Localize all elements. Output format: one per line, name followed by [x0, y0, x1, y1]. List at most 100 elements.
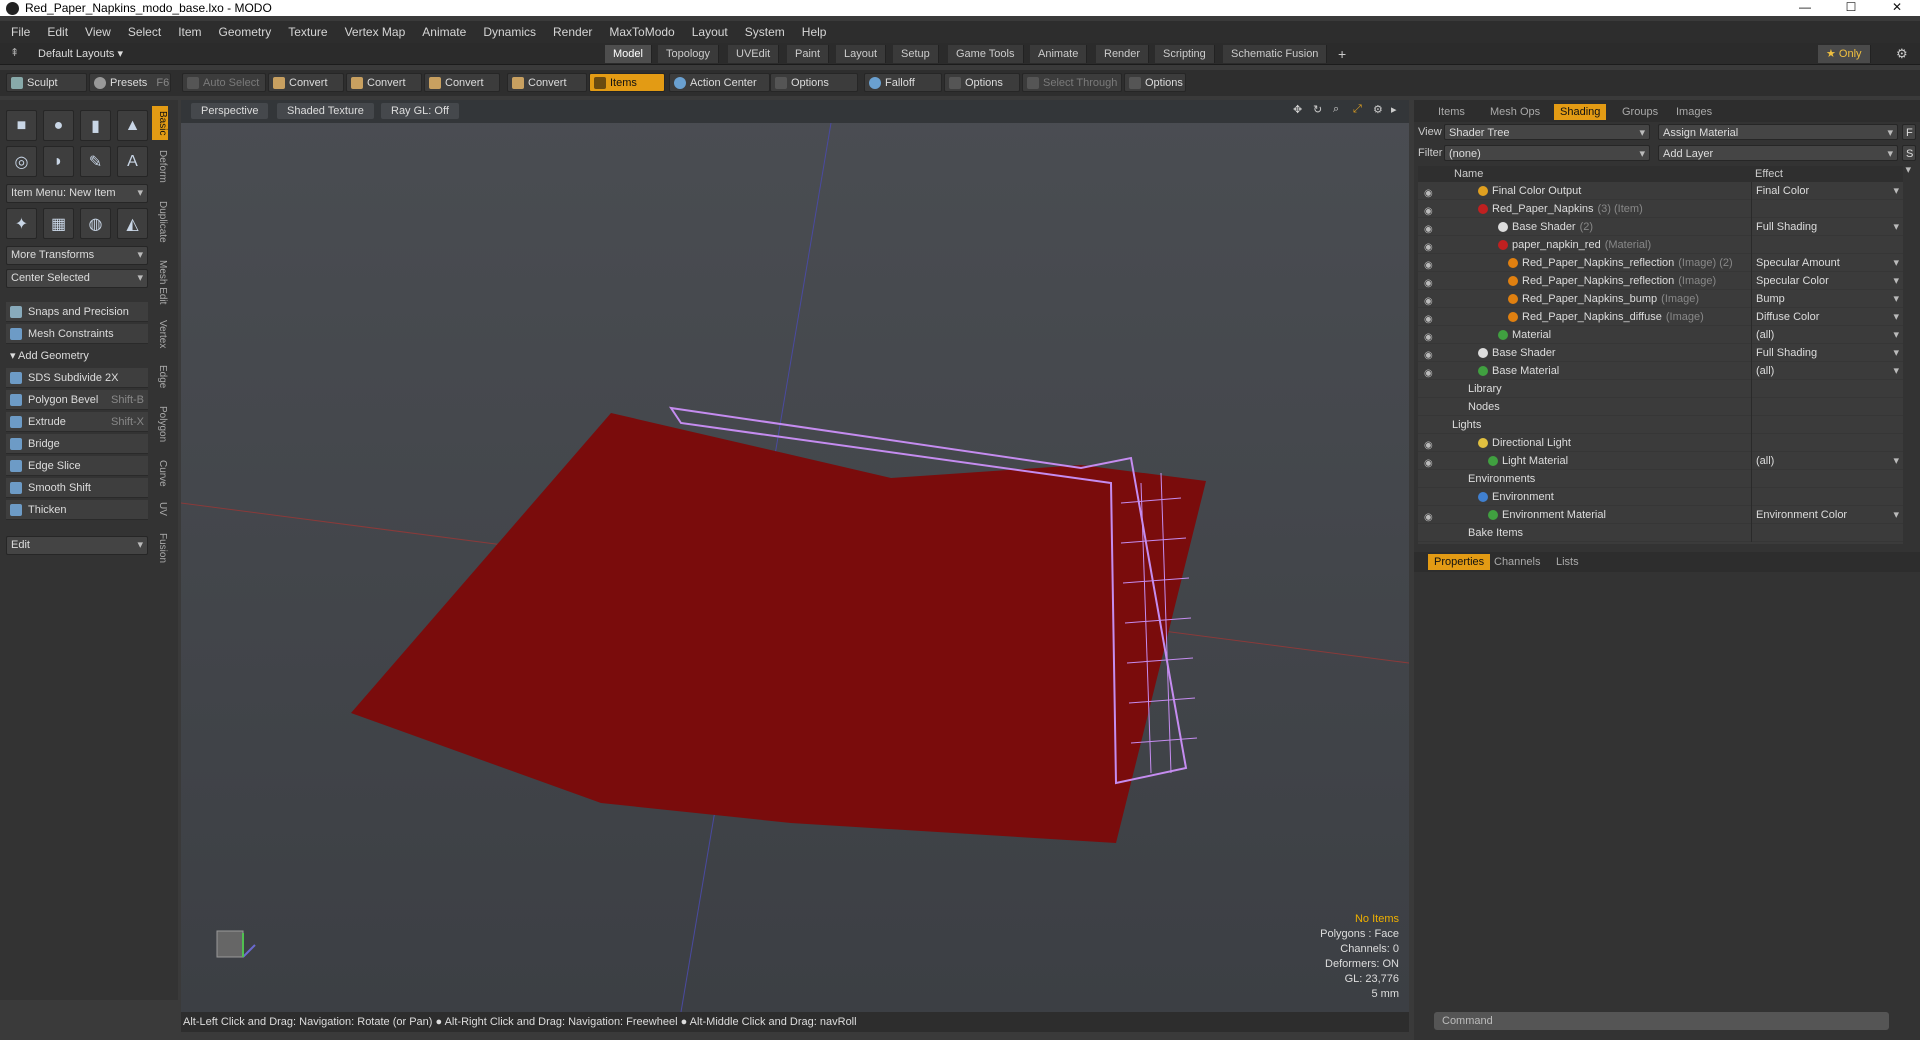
tab-channels[interactable]: Channels [1488, 554, 1546, 570]
vtab-edge[interactable]: Edge [152, 362, 168, 392]
menu-view[interactable]: View [85, 25, 111, 39]
shader-tree-row[interactable]: Environment [1418, 488, 1903, 506]
shader-tree-row[interactable]: ◉ Red_Paper_Napkins_diffuse (Image) Diffuse… [1418, 308, 1903, 326]
torus-icon[interactable]: ◎ [6, 146, 37, 177]
filter-dropdown[interactable]: (none) [1444, 145, 1650, 162]
menu-help[interactable]: Help [802, 25, 827, 39]
pen-icon[interactable]: ✎ [80, 146, 111, 177]
select-options-button[interactable]: Options [1124, 73, 1186, 92]
add-geometry-header[interactable]: ▾ Add Geometry [10, 349, 89, 362]
tab-setup[interactable]: Setup [893, 45, 939, 63]
vtab-polygon[interactable]: Polygon [152, 402, 168, 446]
convert-vertices-button[interactable]: Convert [268, 73, 344, 92]
effect-dropdown[interactable]: Environment Color [1751, 506, 1903, 524]
vtab-uv[interactable]: UV [152, 498, 168, 520]
vtab-curve[interactable]: Curve [152, 456, 168, 490]
shader-tree-row[interactable]: ◉ Directional Light [1418, 434, 1903, 452]
tab-mesh-ops[interactable]: Mesh Ops [1484, 104, 1546, 120]
add-tab-button[interactable]: + [1330, 45, 1354, 63]
action-center-button[interactable]: Action Center [669, 73, 770, 92]
shader-tree-row[interactable]: ◉ Final Color Output Final Color [1418, 182, 1903, 200]
shader-tree-row[interactable]: ◉ Light Material (all) [1418, 452, 1903, 470]
s-button[interactable]: S [1902, 145, 1916, 178]
capsule-icon[interactable]: ◗ [43, 146, 74, 177]
tab-uvedit[interactable]: UVEdit [728, 45, 780, 63]
only-toggle[interactable]: ★ Only [1818, 45, 1871, 63]
menu-layout[interactable]: Layout [692, 25, 728, 39]
view-dropdown[interactable]: Shader Tree [1444, 124, 1650, 141]
convert-edges-button[interactable]: Convert [346, 73, 422, 92]
shader-tree-row[interactable]: ◉ Red_Paper_Napkins_reflection (Image) (2)… [1418, 254, 1903, 272]
vtab-vertex[interactable]: Vertex [152, 316, 168, 352]
camera-icon[interactable]: ◭ [117, 208, 148, 239]
shader-tree-row[interactable]: ◉ paper_napkin_red (Material) [1418, 236, 1903, 254]
sphere-icon[interactable]: ● [43, 110, 74, 141]
minimize-button[interactable]: — [1782, 0, 1828, 16]
f-button[interactable]: F [1902, 124, 1916, 157]
effect-dropdown[interactable]: (all) [1751, 326, 1903, 344]
tab-images[interactable]: Images [1670, 104, 1718, 120]
center-selected-dropdown[interactable]: Center Selected [6, 269, 148, 288]
select-through-button[interactable]: Select Through [1022, 73, 1122, 92]
name-column-header[interactable]: Name [1454, 166, 1483, 182]
tool-smooth-shift[interactable]: Smooth Shift [6, 478, 148, 498]
effect-dropdown[interactable]: Full Shading [1751, 218, 1903, 236]
shader-tree-row[interactable]: Library [1418, 380, 1903, 398]
cylinder-icon[interactable]: ▮ [80, 110, 111, 141]
tool-polygon-bevel[interactable]: Polygon Bevel Shift-B [6, 390, 148, 410]
tool-sds-subdivide[interactable]: SDS Subdivide 2X [6, 368, 148, 388]
action-center-options-button[interactable]: Options [770, 73, 858, 92]
shading-mode-button[interactable]: Shaded Texture [277, 103, 374, 119]
shader-tree-row[interactable]: ◉ Red_Paper_Napkins_reflection (Image) Spec… [1418, 272, 1903, 290]
menu-vertex-map[interactable]: Vertex Map [345, 25, 406, 39]
shader-tree-row[interactable]: Environments [1418, 470, 1903, 488]
vtab-fusion[interactable]: Fusion [152, 530, 168, 566]
tool-extrude[interactable]: Extrude Shift-X [6, 412, 148, 432]
effect-dropdown[interactable]: Final Color [1751, 182, 1903, 200]
shader-tree-row[interactable]: ◉ Base Shader Full Shading [1418, 344, 1903, 362]
menu-dynamics[interactable]: Dynamics [483, 25, 536, 39]
tab-properties[interactable]: Properties [1428, 554, 1491, 570]
cone-icon[interactable]: ▲ [117, 110, 148, 141]
menu-animate[interactable]: Animate [422, 25, 466, 39]
tab-model[interactable]: Model [605, 45, 652, 63]
vtab-deform[interactable]: Deform [152, 146, 168, 186]
raygl-button[interactable]: Ray GL: Off [381, 103, 459, 119]
falloff-options-button[interactable]: Options [944, 73, 1020, 92]
convert-polygons-button[interactable]: Convert [424, 73, 500, 92]
effect-dropdown[interactable]: Specular Amount [1751, 254, 1903, 272]
pan-icon[interactable]: ✥ [1293, 103, 1302, 116]
cube-icon[interactable]: ■ [6, 110, 37, 141]
command-input[interactable]: Command [1434, 1012, 1889, 1030]
tool-edge-slice[interactable]: Edge Slice [6, 456, 148, 476]
shader-tree-row[interactable]: ◉ Material (all) [1418, 326, 1903, 344]
tab-scripting[interactable]: Scripting [1155, 45, 1215, 63]
fit-icon[interactable]: ⤢ [1353, 103, 1362, 116]
tab-layout[interactable]: Layout [836, 45, 887, 63]
presets-button[interactable]: Presets F6 [89, 73, 171, 92]
effect-dropdown[interactable]: (all) [1751, 362, 1903, 380]
close-button[interactable]: ✕ [1874, 0, 1920, 16]
items-mode-button[interactable]: Items [589, 73, 665, 92]
viewport-gear-icon[interactable]: ⚙ [1373, 103, 1383, 116]
menu-geometry[interactable]: Geometry [219, 25, 272, 39]
shader-tree-row[interactable]: Nodes [1418, 398, 1903, 416]
item-menu-dropdown[interactable]: Item Menu: New Item [6, 184, 148, 203]
perspective-button[interactable]: Perspective [191, 103, 269, 119]
tab-paint[interactable]: Paint [787, 45, 830, 63]
tab-schematic-fusion[interactable]: Schematic Fusion [1223, 45, 1328, 63]
vtab-duplicate[interactable]: Duplicate [152, 196, 168, 248]
vtab-mesh-edit[interactable]: Mesh Edit [152, 256, 168, 308]
menu-item[interactable]: Item [178, 25, 201, 39]
3d-viewport[interactable]: Perspective Shaded Texture Ray GL: Off ✥… [181, 100, 1409, 1012]
locator-icon[interactable]: ✦ [6, 208, 37, 239]
effect-dropdown[interactable]: Bump [1751, 290, 1903, 308]
menu-render[interactable]: Render [553, 25, 592, 39]
mesh-constraints-button[interactable]: Mesh Constraints [6, 324, 148, 344]
menu-texture[interactable]: Texture [288, 25, 327, 39]
falloff-button[interactable]: Falloff [864, 73, 942, 92]
shader-tree-row[interactable]: Bake Items [1418, 524, 1903, 542]
menu-edit[interactable]: Edit [47, 25, 68, 39]
effect-dropdown[interactable]: (all) [1751, 452, 1903, 470]
shader-tree-row[interactable]: ◉ Environment Material Environment Color [1418, 506, 1903, 524]
